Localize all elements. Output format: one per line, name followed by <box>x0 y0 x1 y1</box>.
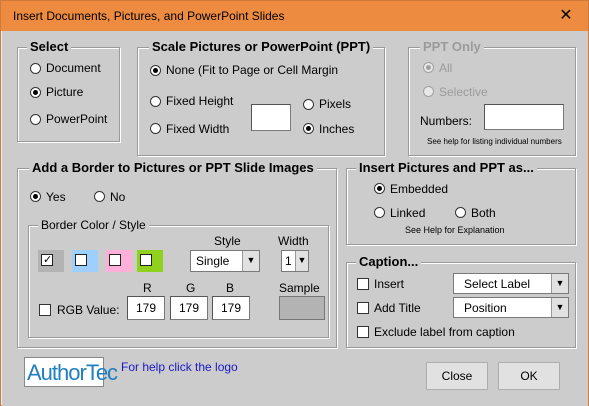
radio-border-yes[interactable] <box>30 191 41 202</box>
insert-as-title: Insert Pictures and PPT as... <box>356 160 537 175</box>
chevron-down-icon[interactable]: ▼ <box>242 251 259 271</box>
radio-ppt-selective-label: Selective <box>439 85 488 99</box>
chevron-down-icon[interactable]: ▼ <box>551 298 568 317</box>
radio-fixed-height[interactable] <box>150 96 161 107</box>
select-title: Select <box>27 39 72 54</box>
rgb-checkbox[interactable] <box>39 304 51 316</box>
swatch-gray[interactable]: ✓ <box>38 250 64 272</box>
numbers-input[interactable] <box>484 104 564 130</box>
swatch-blue[interactable] <box>72 250 98 272</box>
style-select-value: Single <box>196 254 230 268</box>
chevron-down-icon[interactable]: ▼ <box>295 251 308 271</box>
numbers-label: Numbers: <box>420 114 473 128</box>
border-title: Add a Border to Pictures or PPT Slide Im… <box>29 160 317 175</box>
width-select[interactable]: 1 ▼ <box>281 250 309 272</box>
exclude-label-text: Exclude label from caption <box>374 325 515 339</box>
insert-as-frame: Insert Pictures and PPT as... Embedded L… <box>346 160 576 245</box>
sample-swatch <box>279 296 325 320</box>
radio-both-label: Both <box>471 206 496 220</box>
select-frame: Select Document Picture PowerPoint <box>17 39 120 142</box>
color-style-title: Border Color / Style <box>38 218 149 232</box>
authortec-logo[interactable]: AuthorTec <box>24 357 118 387</box>
border-frame: Add a Border to Pictures or PPT Slide Im… <box>17 160 337 348</box>
radio-scale-none-label: None (Fit to Page or Cell Margin <box>166 63 339 77</box>
radio-ppt-selective[interactable] <box>423 86 434 97</box>
caption-label-select-value: Select Label <box>464 277 531 291</box>
style-label: Style <box>214 234 241 248</box>
caption-label-select[interactable]: Select Label ▼ <box>453 273 569 294</box>
ppt-only-frame: PPT Only All Selective Numbers: See help… <box>408 39 576 156</box>
scale-title: Scale Pictures or PowerPoint (PPT) <box>149 39 374 54</box>
rgb-label: RGB Value: <box>57 303 120 317</box>
radio-powerpoint[interactable] <box>30 114 41 125</box>
b-label: B <box>226 281 235 295</box>
size-input[interactable] <box>251 104 291 131</box>
width-select-value: 1 <box>285 254 292 268</box>
radio-powerpoint-label: PowerPoint <box>46 112 108 126</box>
swatch-green-check[interactable] <box>140 254 152 266</box>
r-label: R <box>143 281 152 295</box>
radio-pixels[interactable] <box>303 99 314 110</box>
radio-linked[interactable] <box>374 207 385 218</box>
color-style-frame: Border Color / Style ✓ Style Single ▼ Wi… <box>28 218 329 338</box>
title-bar[interactable]: Insert Documents, Pictures, and PowerPoi… <box>1 1 588 31</box>
logo-text: AuthorTec <box>27 360 118 385</box>
radio-border-yes-label: Yes <box>46 190 66 204</box>
swatch-pink-check[interactable] <box>109 254 121 266</box>
dialog-window: Insert Documents, Pictures, and PowerPoi… <box>0 0 589 406</box>
insert-as-help-text: See Help for Explanation <box>405 225 505 235</box>
title-position-select[interactable]: Position ▼ <box>453 297 569 318</box>
ppt-only-title: PPT Only <box>420 39 484 54</box>
radio-fixed-width[interactable] <box>150 123 161 134</box>
b-input[interactable]: 179 <box>212 296 250 320</box>
insert-caption-label: Insert <box>374 277 405 291</box>
close-window-icon[interactable]: ✕ <box>553 5 579 27</box>
swatch-pink[interactable] <box>106 250 132 272</box>
radio-pixels-label: Pixels <box>319 97 352 111</box>
radio-fixed-height-label: Fixed Height <box>166 94 234 108</box>
radio-document[interactable] <box>30 63 41 74</box>
dialog-body: Select Document Picture PowerPoint Scale… <box>2 31 588 406</box>
r-input[interactable]: 179 <box>127 296 165 320</box>
chevron-down-icon[interactable]: ▼ <box>551 274 568 293</box>
radio-embedded[interactable] <box>374 183 385 194</box>
add-title-checkbox[interactable] <box>357 302 369 314</box>
add-title-label: Add Title <box>374 301 421 315</box>
radio-inches-label: Inches <box>319 122 355 136</box>
title-position-select-value: Position <box>464 301 507 315</box>
radio-picture-label: Picture <box>46 85 84 99</box>
checkmark-icon: ✓ <box>43 254 53 266</box>
radio-both[interactable] <box>455 207 466 218</box>
caption-title: Caption... <box>356 254 422 269</box>
radio-border-no-label: No <box>110 190 126 204</box>
g-input[interactable]: 179 <box>170 296 208 320</box>
insert-caption-checkbox[interactable] <box>357 278 369 290</box>
scale-frame: Scale Pictures or PowerPoint (PPT) None … <box>137 39 385 156</box>
swatch-gray-check[interactable]: ✓ <box>41 254 53 266</box>
g-label: G <box>186 281 196 295</box>
caption-frame: Caption... Insert Select Label ▼ Add Tit… <box>346 254 576 348</box>
radio-embedded-label: Embedded <box>390 182 449 196</box>
radio-linked-label: Linked <box>390 206 426 220</box>
style-select[interactable]: Single ▼ <box>190 250 260 272</box>
radio-fixed-width-label: Fixed Width <box>166 122 230 136</box>
window-title: Insert Documents, Pictures, and PowerPoi… <box>13 9 285 23</box>
sample-label: Sample <box>279 281 320 295</box>
radio-inches[interactable] <box>303 123 314 134</box>
close-button[interactable]: Close <box>426 362 488 390</box>
help-link[interactable]: For help click the logo <box>121 360 238 374</box>
swatch-green[interactable] <box>137 250 163 272</box>
radio-border-no[interactable] <box>94 191 105 202</box>
radio-ppt-all[interactable] <box>423 62 434 73</box>
radio-ppt-all-label: All <box>439 61 453 75</box>
radio-document-label: Document <box>46 61 101 75</box>
radio-picture[interactable] <box>30 87 41 98</box>
exclude-label-checkbox[interactable] <box>357 326 369 338</box>
radio-scale-none[interactable] <box>150 65 161 76</box>
ppt-help-text: See help for listing individual numbers <box>427 137 562 146</box>
swatch-blue-check[interactable] <box>75 254 87 266</box>
width-label: Width <box>278 234 309 248</box>
ok-button[interactable]: OK <box>498 362 560 390</box>
